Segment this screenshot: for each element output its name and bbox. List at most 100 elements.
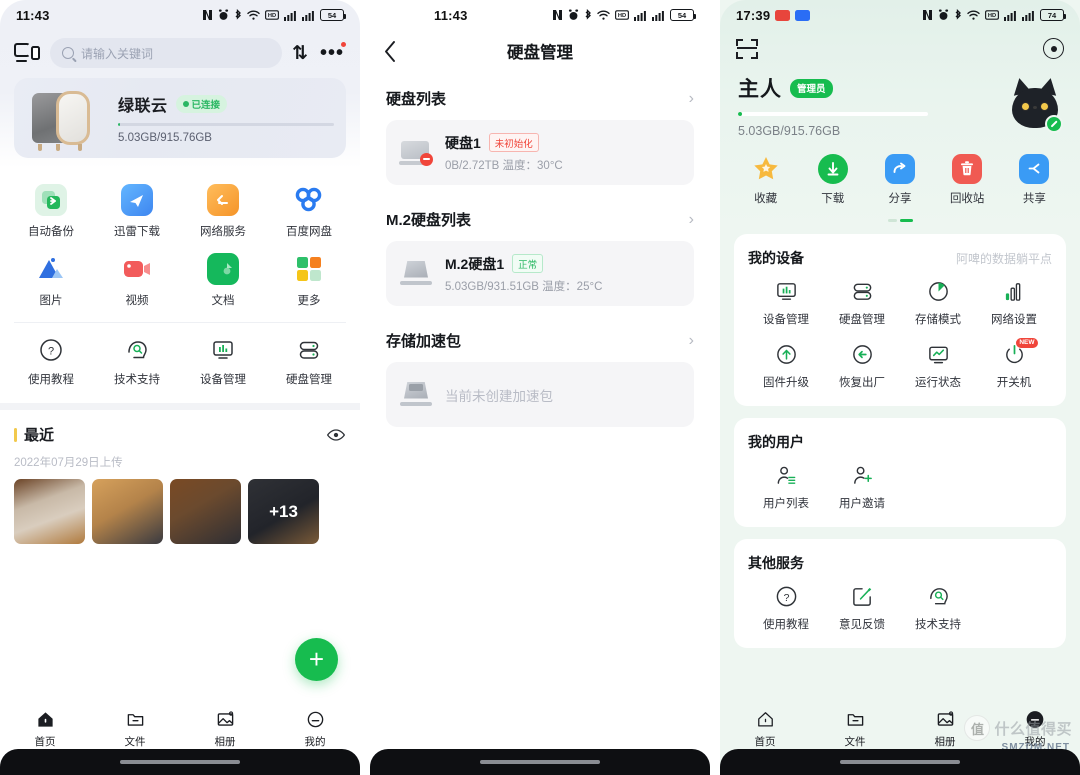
app-notification-badge-red: [775, 9, 791, 21]
thumbnail[interactable]: [170, 479, 241, 544]
nav-item-home[interactable]: 首页: [0, 709, 90, 749]
app-label: 网络服务: [200, 226, 246, 238]
quick-action-favorites[interactable]: 收藏: [732, 154, 799, 206]
thumbnail-more[interactable]: +13: [248, 479, 319, 544]
tool-device-manage[interactable]: 设备管理: [180, 337, 266, 387]
album-icon: [935, 709, 955, 729]
disk-name: M.2硬盘1: [445, 255, 505, 272]
device-action-label: 网络设置: [991, 313, 1037, 326]
thumbnail[interactable]: [92, 479, 163, 544]
other-service-tutorial[interactable]: ? 使用教程: [748, 585, 824, 632]
m2-ssd-icon: [399, 260, 433, 288]
alarm-icon: [938, 9, 949, 21]
disk-stack-icon: [296, 337, 322, 363]
search-input[interactable]: 请输入关键词: [50, 38, 283, 68]
app-baidu-netdisk[interactable]: 百度网盘: [266, 184, 352, 239]
alarm-icon: [568, 9, 579, 21]
app-auto-backup[interactable]: 自动备份: [8, 184, 94, 239]
quick-action-share[interactable]: 分享: [866, 153, 933, 206]
status-time: 11:43: [16, 7, 50, 23]
user-action-label: 用户邀请: [839, 497, 885, 510]
user-actions-grid: 用户列表 用户邀请: [748, 464, 1052, 511]
app-documents[interactable]: 文档: [180, 253, 266, 308]
empty-accel-pack-card[interactable]: 当前未创建加速包: [386, 362, 694, 427]
device-action-running-status[interactable]: 运行状态: [900, 343, 976, 390]
section-header-m2-list[interactable]: M.2硬盘列表 ›: [370, 185, 710, 230]
tool-disk-manage[interactable]: 硬盘管理: [266, 337, 352, 387]
home-indicator-bar: [0, 749, 360, 775]
device-action-factory-reset[interactable]: 恢复出厂: [824, 343, 900, 390]
disk-name: 硬盘1: [445, 134, 481, 151]
device-action-power[interactable]: NEW 开关机: [976, 337, 1052, 390]
card-other-services: 其他服务 ? 使用教程 意见反馈 技术支持: [734, 538, 1066, 648]
tool-support[interactable]: 技术支持: [94, 337, 180, 387]
cast-icon[interactable]: [14, 42, 40, 64]
quick-action-recycle-bin[interactable]: 回收站: [934, 153, 1001, 206]
quick-action-download[interactable]: 下载: [799, 153, 866, 206]
chevron-right-icon: ›: [688, 331, 694, 349]
app-photos[interactable]: 图片: [8, 253, 94, 308]
nav-item-home[interactable]: 首页: [720, 709, 810, 749]
pager-dot[interactable]: [887, 218, 897, 222]
device-name: 绿联云: [118, 98, 168, 115]
quick-action-shared[interactable]: 共享: [1001, 153, 1068, 206]
app-more[interactable]: 更多: [266, 253, 352, 308]
other-service-support[interactable]: 技术支持: [900, 585, 976, 632]
profile-icon: [1025, 709, 1045, 729]
signal-1-icon: [284, 10, 297, 21]
device-action-storage-mode[interactable]: 存储模式: [900, 280, 976, 327]
device-action-firmware[interactable]: 固件升级: [748, 343, 824, 390]
eye-icon[interactable]: [326, 425, 346, 445]
nfc-icon: [552, 9, 563, 21]
device-action-disk[interactable]: 硬盘管理: [824, 280, 900, 327]
disk-item-row[interactable]: M.2硬盘1 正常 5.03GB/931.51GB 温度：25°C: [386, 241, 694, 306]
sort-icon[interactable]: ⇅: [292, 44, 308, 63]
device-action-network[interactable]: 网络设置: [976, 280, 1052, 327]
tool-grid: ? 使用教程 技术支持 设备管理 硬盘管理: [0, 323, 360, 399]
tool-label: 技术支持: [114, 374, 160, 386]
user-action-label: 用户列表: [763, 497, 809, 510]
status-bar: 17:39 HD 74: [720, 0, 1080, 30]
nav-bar: 硬盘管理: [370, 30, 710, 72]
app-network-service[interactable]: 网络服务: [180, 184, 266, 239]
more-menu-button[interactable]: •••: [318, 42, 346, 63]
device-card[interactable]: 绿联云 已连接 5.03GB/915.76GB: [14, 78, 346, 158]
settings-icon[interactable]: [1043, 38, 1064, 59]
connected-dot-icon: [182, 101, 189, 107]
disk-item-row[interactable]: 硬盘1 未初始化 0B/2.72TB 温度：30°C: [386, 120, 694, 185]
hd-icon: HD: [265, 10, 279, 20]
section-header-accel-pack[interactable]: 存储加速包 ›: [370, 306, 710, 351]
star-icon: [751, 154, 781, 184]
pager-dot-active[interactable]: [899, 218, 913, 222]
add-button[interactable]: +: [295, 638, 338, 681]
device-action-manage[interactable]: 设备管理: [748, 280, 824, 327]
nav-item-profile[interactable]: 我的: [270, 709, 360, 749]
scan-icon[interactable]: [736, 38, 758, 59]
device-action-label: 存储模式: [915, 313, 961, 326]
hd-icon: HD: [615, 10, 629, 20]
nav-item-files[interactable]: 文件: [90, 709, 180, 749]
other-service-feedback[interactable]: 意见反馈: [824, 585, 900, 632]
more-apps-icon: [293, 253, 325, 285]
device-name-label: 阿啤的数据躺平点: [955, 251, 1052, 266]
tool-label: 设备管理: [200, 374, 246, 386]
user-action-list[interactable]: 用户列表: [748, 464, 824, 511]
bluetooth-icon: [234, 9, 242, 21]
user-add-icon: [850, 464, 874, 488]
app-thunder-download[interactable]: 迅雷下载: [94, 184, 180, 239]
app-video[interactable]: 视频: [94, 253, 180, 308]
feedback-edit-icon: [850, 585, 874, 609]
thumbnail[interactable]: [14, 479, 85, 544]
user-action-invite[interactable]: 用户邀请: [824, 464, 900, 511]
tool-help[interactable]: ? 使用教程: [8, 337, 94, 387]
avatar[interactable]: [1008, 76, 1063, 134]
disk-detail: 5.03GB/931.51GB 温度：25°C: [445, 280, 603, 293]
signal-2-icon: [1022, 10, 1035, 21]
nav-item-files[interactable]: 文件: [810, 709, 900, 749]
device-monitor-icon: [210, 337, 236, 363]
nav-item-album[interactable]: 相册: [900, 709, 990, 749]
nav-item-album[interactable]: 相册: [180, 709, 270, 749]
section-header-disk-list[interactable]: 硬盘列表 ›: [370, 72, 710, 109]
auto-backup-icon: [35, 184, 67, 216]
bluetooth-icon: [954, 9, 962, 21]
